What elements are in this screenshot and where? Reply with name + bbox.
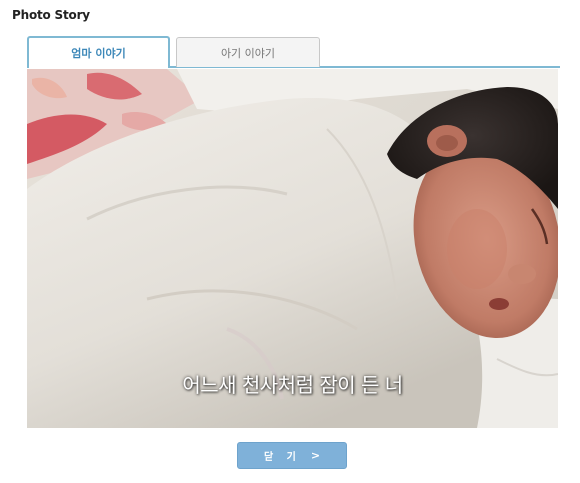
tab-mom-story[interactable]: 엄마 이야기	[27, 36, 170, 68]
tab-bar: 엄마 이야기 아기 이야기	[27, 36, 560, 68]
close-button-label: 닫 기	[263, 452, 301, 463]
story-photo: 어느새 천사처럼 잠이 든 너	[27, 69, 558, 428]
page-title: Photo Story	[12, 8, 90, 22]
tab-label: 아기 이야기	[220, 46, 276, 60]
close-button[interactable]: 닫 기 >	[237, 442, 347, 469]
photo-story-page: Photo Story 엄마 이야기 아기 이야기 어느새 천사처럼 잠이 든 …	[0, 0, 580, 483]
chevron-right-icon: >	[310, 449, 321, 462]
photo-caption: 어느새 천사처럼 잠이 든 너	[182, 373, 403, 397]
tab-baby-story[interactable]: 아기 이야기	[176, 37, 320, 67]
tab-label: 엄마 이야기	[71, 47, 126, 60]
